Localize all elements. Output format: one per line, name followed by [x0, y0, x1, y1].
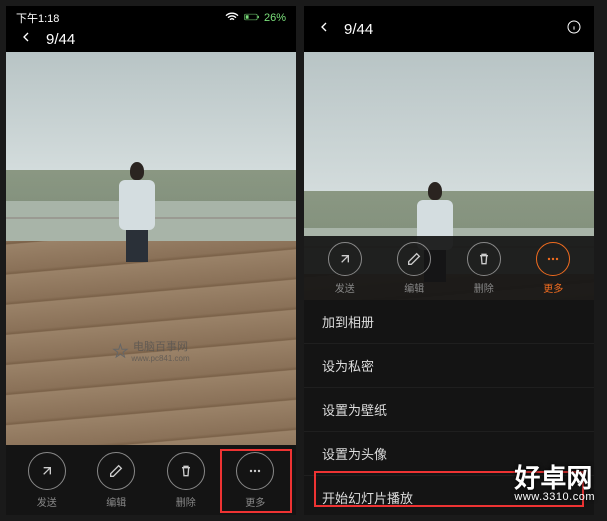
- delete-button[interactable]: 删除: [454, 242, 514, 295]
- send-button[interactable]: 发送: [315, 242, 375, 295]
- edit-button[interactable]: 编辑: [86, 452, 146, 509]
- watermark-haozhuo: 好卓网 www.3310.com: [514, 458, 595, 503]
- share-icon: [328, 242, 362, 276]
- status-bar: 下午1:18 26%: [6, 6, 296, 30]
- photo-viewport[interactable]: 电脑百事网 www.pc841.com: [6, 52, 296, 445]
- watermark-url: www.pc841.com: [131, 354, 189, 363]
- gallery-top-bar: 9/44: [304, 6, 594, 44]
- more-button[interactable]: 更多: [225, 452, 285, 509]
- photo-subject: [116, 162, 158, 262]
- delete-button[interactable]: 删除: [156, 452, 216, 509]
- status-time: 下午1:18: [16, 10, 59, 26]
- bottom-toolbar: 发送 编辑 删除 更多: [6, 445, 296, 515]
- send-label: 发送: [37, 494, 57, 509]
- battery-percent: 26%: [264, 12, 286, 24]
- edit-label: 编辑: [404, 280, 424, 295]
- more-label: 更多: [245, 494, 265, 509]
- option-set-wallpaper[interactable]: 设置为壁纸: [304, 388, 594, 432]
- right-phone-screenshot: 9/44 发送 编辑: [304, 6, 594, 515]
- more-label: 更多: [543, 280, 563, 295]
- edit-icon: [397, 242, 431, 276]
- delete-label: 删除: [474, 280, 494, 295]
- trash-icon: [467, 242, 501, 276]
- left-phone-screenshot: 下午1:18 26% 9/44 电: [6, 6, 296, 515]
- watermark-pc841: 电脑百事网 www.pc841.com: [112, 338, 189, 363]
- option-add-to-album[interactable]: 加到相册: [304, 300, 594, 344]
- back-button[interactable]: [18, 28, 34, 51]
- edit-icon: [97, 452, 135, 490]
- edit-label: 编辑: [106, 494, 126, 509]
- photo-counter: 9/44: [344, 21, 373, 38]
- wifi-icon: [224, 9, 240, 28]
- delete-label: 删除: [176, 494, 196, 509]
- edit-button[interactable]: 编辑: [384, 242, 444, 295]
- watermark-right-url: www.3310.com: [514, 491, 595, 503]
- back-button[interactable]: [316, 18, 332, 41]
- more-icon: [536, 242, 570, 276]
- share-icon: [28, 452, 66, 490]
- watermark-text: 电脑百事网: [131, 338, 189, 354]
- photo-counter: 9/44: [46, 31, 75, 48]
- trash-icon: [167, 452, 205, 490]
- floating-toolbar: 发送 编辑 删除 更多: [304, 236, 594, 300]
- send-button[interactable]: 发送: [17, 452, 77, 509]
- more-button-active[interactable]: 更多: [523, 242, 583, 295]
- option-set-private[interactable]: 设为私密: [304, 344, 594, 388]
- send-label: 发送: [335, 280, 355, 295]
- battery-icon: [244, 9, 260, 28]
- info-button[interactable]: [566, 19, 582, 40]
- watermark-right-text: 好卓网: [514, 463, 592, 493]
- more-icon: [236, 452, 274, 490]
